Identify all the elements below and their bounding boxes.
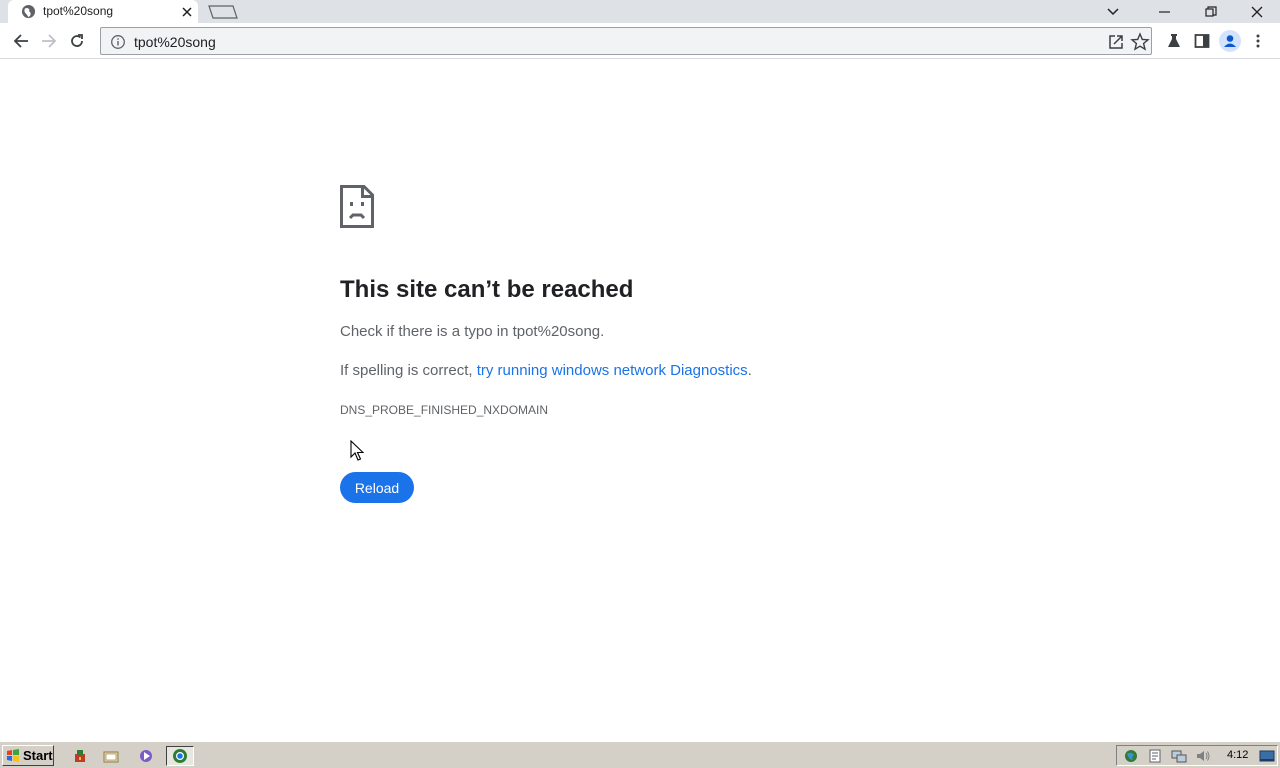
globe-icon — [21, 4, 36, 19]
chevron-down-icon[interactable] — [1090, 0, 1136, 23]
mouse-cursor-icon — [350, 440, 364, 461]
taskbar-clock: 4:12 — [1227, 749, 1249, 761]
browser-tab[interactable]: tpot%20song — [8, 0, 198, 23]
taskbar: Start 4:12 — [0, 741, 1280, 768]
windows-logo-icon — [7, 749, 19, 762]
address-bar[interactable]: tpot%20song — [100, 27, 1152, 55]
kebab-menu-icon[interactable] — [1246, 29, 1270, 53]
browser-toolbar: tpot%20song — [0, 23, 1280, 59]
start-button[interactable]: Start — [2, 745, 54, 766]
network-globe-icon[interactable] — [1123, 748, 1139, 764]
spelling-prefix: If spelling is correct, — [340, 362, 477, 379]
diagnostics-link[interactable]: try running windows network Diagnostics — [477, 362, 748, 379]
star-icon[interactable] — [1130, 32, 1150, 52]
spelling-suggestion: If spelling is correct, try running wind… — [340, 362, 752, 379]
page-content: This site can’t be reached Check if ther… — [0, 60, 1280, 741]
side-panel-icon[interactable] — [1190, 29, 1214, 53]
volume-icon[interactable] — [1195, 748, 1211, 764]
start-label: Start — [23, 748, 53, 763]
address-text[interactable]: tpot%20song — [134, 34, 216, 50]
quicklaunch-app-icon[interactable] — [66, 746, 94, 766]
document-icon[interactable] — [1147, 748, 1163, 764]
error-code: DNS_PROBE_FINISHED_NXDOMAIN — [340, 403, 549, 417]
close-icon[interactable] — [178, 3, 195, 20]
tab-title: tpot%20song — [43, 4, 114, 18]
spelling-suffix: . — [747, 362, 752, 379]
info-icon[interactable] — [110, 34, 126, 50]
share-icon[interactable] — [1106, 32, 1126, 52]
error-heading: This site can’t be reached — [340, 276, 634, 303]
screen: tpot%20song tpot%20song This site can’t … — [0, 0, 1280, 768]
labs-flask-icon[interactable] — [1162, 29, 1186, 53]
profile-icon[interactable] — [1218, 29, 1242, 53]
network-connection-icon[interactable] — [1171, 748, 1187, 764]
reload-icon[interactable] — [65, 29, 89, 53]
forward-arrow-icon[interactable] — [37, 29, 61, 53]
taskbar-chrome-button[interactable] — [166, 746, 194, 766]
back-arrow-icon[interactable] — [9, 29, 33, 53]
reload-button[interactable]: Reload — [340, 472, 414, 503]
typo-suggestion: Check if there is a typo in tpot%20song. — [340, 323, 605, 340]
restore-icon[interactable] — [1188, 0, 1234, 23]
tab-strip: tpot%20song — [0, 0, 1280, 23]
chrome-icon — [173, 749, 187, 763]
window-close-icon[interactable] — [1234, 0, 1280, 23]
sad-page-icon — [340, 185, 374, 228]
new-tab-icon[interactable] — [207, 3, 239, 21]
system-tray: 4:12 — [1116, 745, 1278, 766]
show-desktop-icon[interactable] — [1259, 748, 1275, 764]
quicklaunch-media-icon[interactable] — [132, 746, 160, 766]
quicklaunch-folder-icon[interactable] — [97, 746, 125, 766]
minimize-icon[interactable] — [1142, 0, 1188, 23]
